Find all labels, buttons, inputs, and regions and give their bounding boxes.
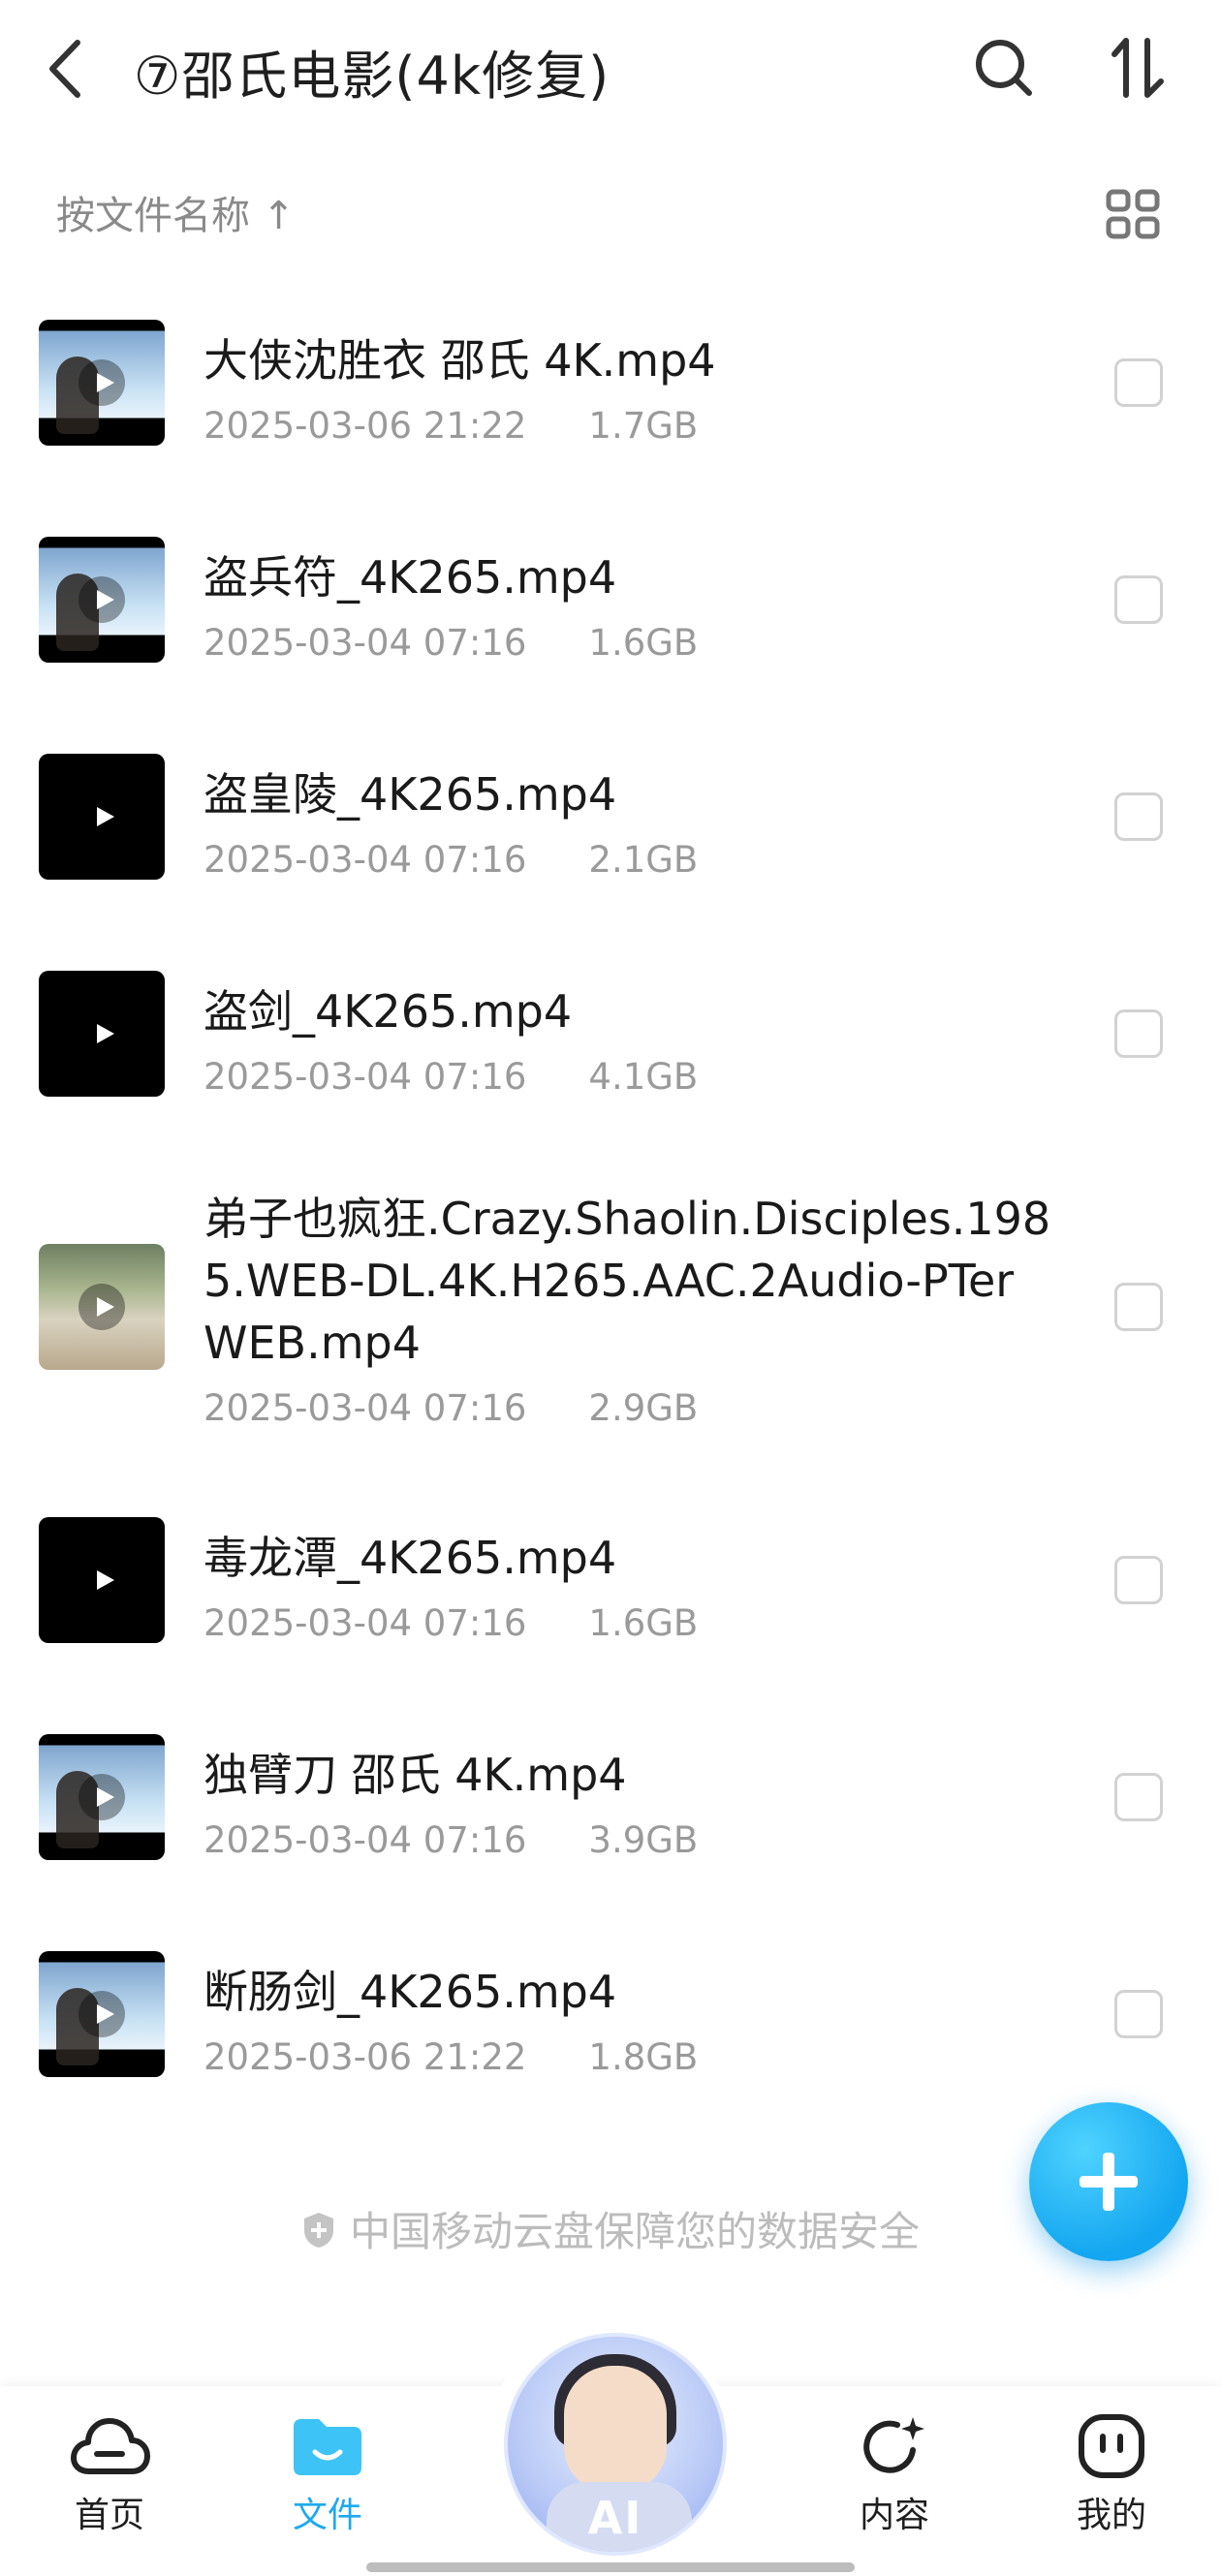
file-name: 盗剑_4K265.mp4 xyxy=(204,985,573,1038)
file-size: 1.6GB xyxy=(588,622,699,664)
select-checkbox[interactable] xyxy=(1114,1283,1163,1331)
select-checkbox[interactable] xyxy=(1114,1556,1163,1604)
select-checkbox[interactable] xyxy=(1114,358,1163,407)
file-name: 毒龙潭_4K265.mp4 xyxy=(204,1532,617,1584)
video-thumbnail xyxy=(39,754,165,880)
video-thumbnail xyxy=(39,1734,165,1860)
play-icon xyxy=(78,1284,125,1330)
tab-home[interactable]: 首页 xyxy=(27,2396,192,2560)
search-icon xyxy=(976,40,1032,96)
file-name: 盗皇陵_4K265.mp4 xyxy=(204,768,617,821)
search-button[interactable] xyxy=(965,29,1043,107)
chevron-left-icon xyxy=(49,40,80,98)
play-icon xyxy=(78,576,125,623)
file-name: 弟子也疯狂.Crazy.Shaolin.Disciples.1985.WEB-D… xyxy=(204,1193,1051,1369)
ai-label: AI xyxy=(587,2492,643,2544)
file-meta: 2025-03-04 07:16 1.6GB xyxy=(204,1602,698,1644)
file-date: 2025-03-06 21:22 xyxy=(204,2036,527,2078)
play-icon xyxy=(78,1010,125,1057)
file-meta: 2025-03-04 07:16 4.1GB xyxy=(204,1056,698,1098)
play-icon xyxy=(78,359,125,406)
play-icon xyxy=(78,1991,125,2037)
security-text: 中国移动云盘保障您的数据安全 xyxy=(349,2208,920,2255)
file-date: 2025-03-04 07:16 xyxy=(204,622,527,664)
file-meta: 2025-03-04 07:16 2.1GB xyxy=(204,839,698,881)
file-date: 2025-03-04 07:16 xyxy=(204,839,527,881)
file-name: 独臂刀 邵氏 4K.mp4 xyxy=(204,1749,627,1801)
file-size: 3.9GB xyxy=(588,1819,699,1861)
file-date: 2025-03-06 21:22 xyxy=(204,405,527,447)
cloud-icon xyxy=(71,2418,150,2474)
video-thumbnail xyxy=(39,320,165,446)
video-thumbnail xyxy=(39,1244,165,1370)
ai-assistant-button[interactable]: AI xyxy=(504,2333,727,2556)
shield-icon xyxy=(303,2213,333,2248)
select-checkbox[interactable] xyxy=(1114,1009,1163,1058)
add-button[interactable] xyxy=(1029,2102,1188,2261)
tab-content-label: 内容 xyxy=(859,2496,929,2535)
video-thumbnail xyxy=(39,1951,165,2077)
play-icon xyxy=(78,1774,125,1820)
sort-arrows-icon xyxy=(1111,38,1164,98)
video-thumbnail xyxy=(39,537,165,663)
grid-view-icon xyxy=(1106,189,1160,239)
back-button[interactable] xyxy=(39,35,97,103)
tab-content[interactable]: 内容 xyxy=(812,2396,977,2560)
file-meta: 2025-03-06 21:22 1.8GB xyxy=(204,2036,698,2078)
file-meta: 2025-03-04 07:16 1.6GB xyxy=(204,622,698,664)
sort-by-name-toggle[interactable]: 按文件名称 ↑ xyxy=(56,184,295,240)
ai-avatar-face xyxy=(564,2366,667,2492)
tab-files[interactable]: 文件 xyxy=(245,2396,410,2560)
file-name: 断肠剑_4K265.mp4 xyxy=(204,1966,617,2018)
file-size: 4.1GB xyxy=(588,1056,699,1098)
sort-order-button[interactable] xyxy=(1101,29,1178,107)
tab-mine[interactable]: 我的 xyxy=(1029,2396,1194,2560)
home-indicator xyxy=(366,2562,855,2572)
file-size: 2.1GB xyxy=(588,839,699,881)
grid-view-button[interactable] xyxy=(1099,180,1167,248)
video-thumbnail xyxy=(39,1517,165,1643)
file-date: 2025-03-04 07:16 xyxy=(204,1056,527,1098)
file-size: 1.7GB xyxy=(588,405,699,447)
file-size: 1.8GB xyxy=(588,2036,699,2078)
tab-files-label: 文件 xyxy=(292,2496,362,2535)
top-bar: ⑦邵氏电影(4k修复) xyxy=(0,0,1221,136)
refresh-sparkle-icon xyxy=(863,2417,924,2473)
tab-mine-label: 我的 xyxy=(1076,2496,1146,2535)
tab-home-label: 首页 xyxy=(74,2496,144,2535)
file-size: 2.9GB xyxy=(588,1387,699,1429)
sort-bar: 按文件名称 ↑ xyxy=(0,174,1221,252)
file-meta: 2025-03-04 07:16 2.9GB xyxy=(204,1387,698,1429)
file-meta: 2025-03-04 07:16 3.9GB xyxy=(204,1819,698,1861)
file-date: 2025-03-04 07:16 xyxy=(204,1387,527,1429)
play-icon xyxy=(78,793,125,840)
file-size: 1.6GB xyxy=(588,1602,699,1644)
profile-face-icon xyxy=(1079,2414,1144,2478)
select-checkbox[interactable] xyxy=(1114,575,1163,624)
play-icon xyxy=(78,1557,125,1603)
select-checkbox[interactable] xyxy=(1114,1773,1163,1821)
file-name: 盗兵符_4K265.mp4 xyxy=(204,551,617,604)
select-checkbox[interactable] xyxy=(1114,792,1163,841)
folder-icon xyxy=(294,2419,361,2475)
file-date: 2025-03-04 07:16 xyxy=(204,1602,527,1644)
video-thumbnail xyxy=(39,971,165,1097)
file-meta: 2025-03-06 21:22 1.7GB xyxy=(204,405,698,447)
file-name: 大侠沈胜衣 邵氏 4K.mp4 xyxy=(204,334,716,387)
select-checkbox[interactable] xyxy=(1114,1990,1163,2038)
page-title: ⑦邵氏电影(4k修复) xyxy=(134,46,610,107)
file-date: 2025-03-04 07:16 xyxy=(204,1819,527,1861)
